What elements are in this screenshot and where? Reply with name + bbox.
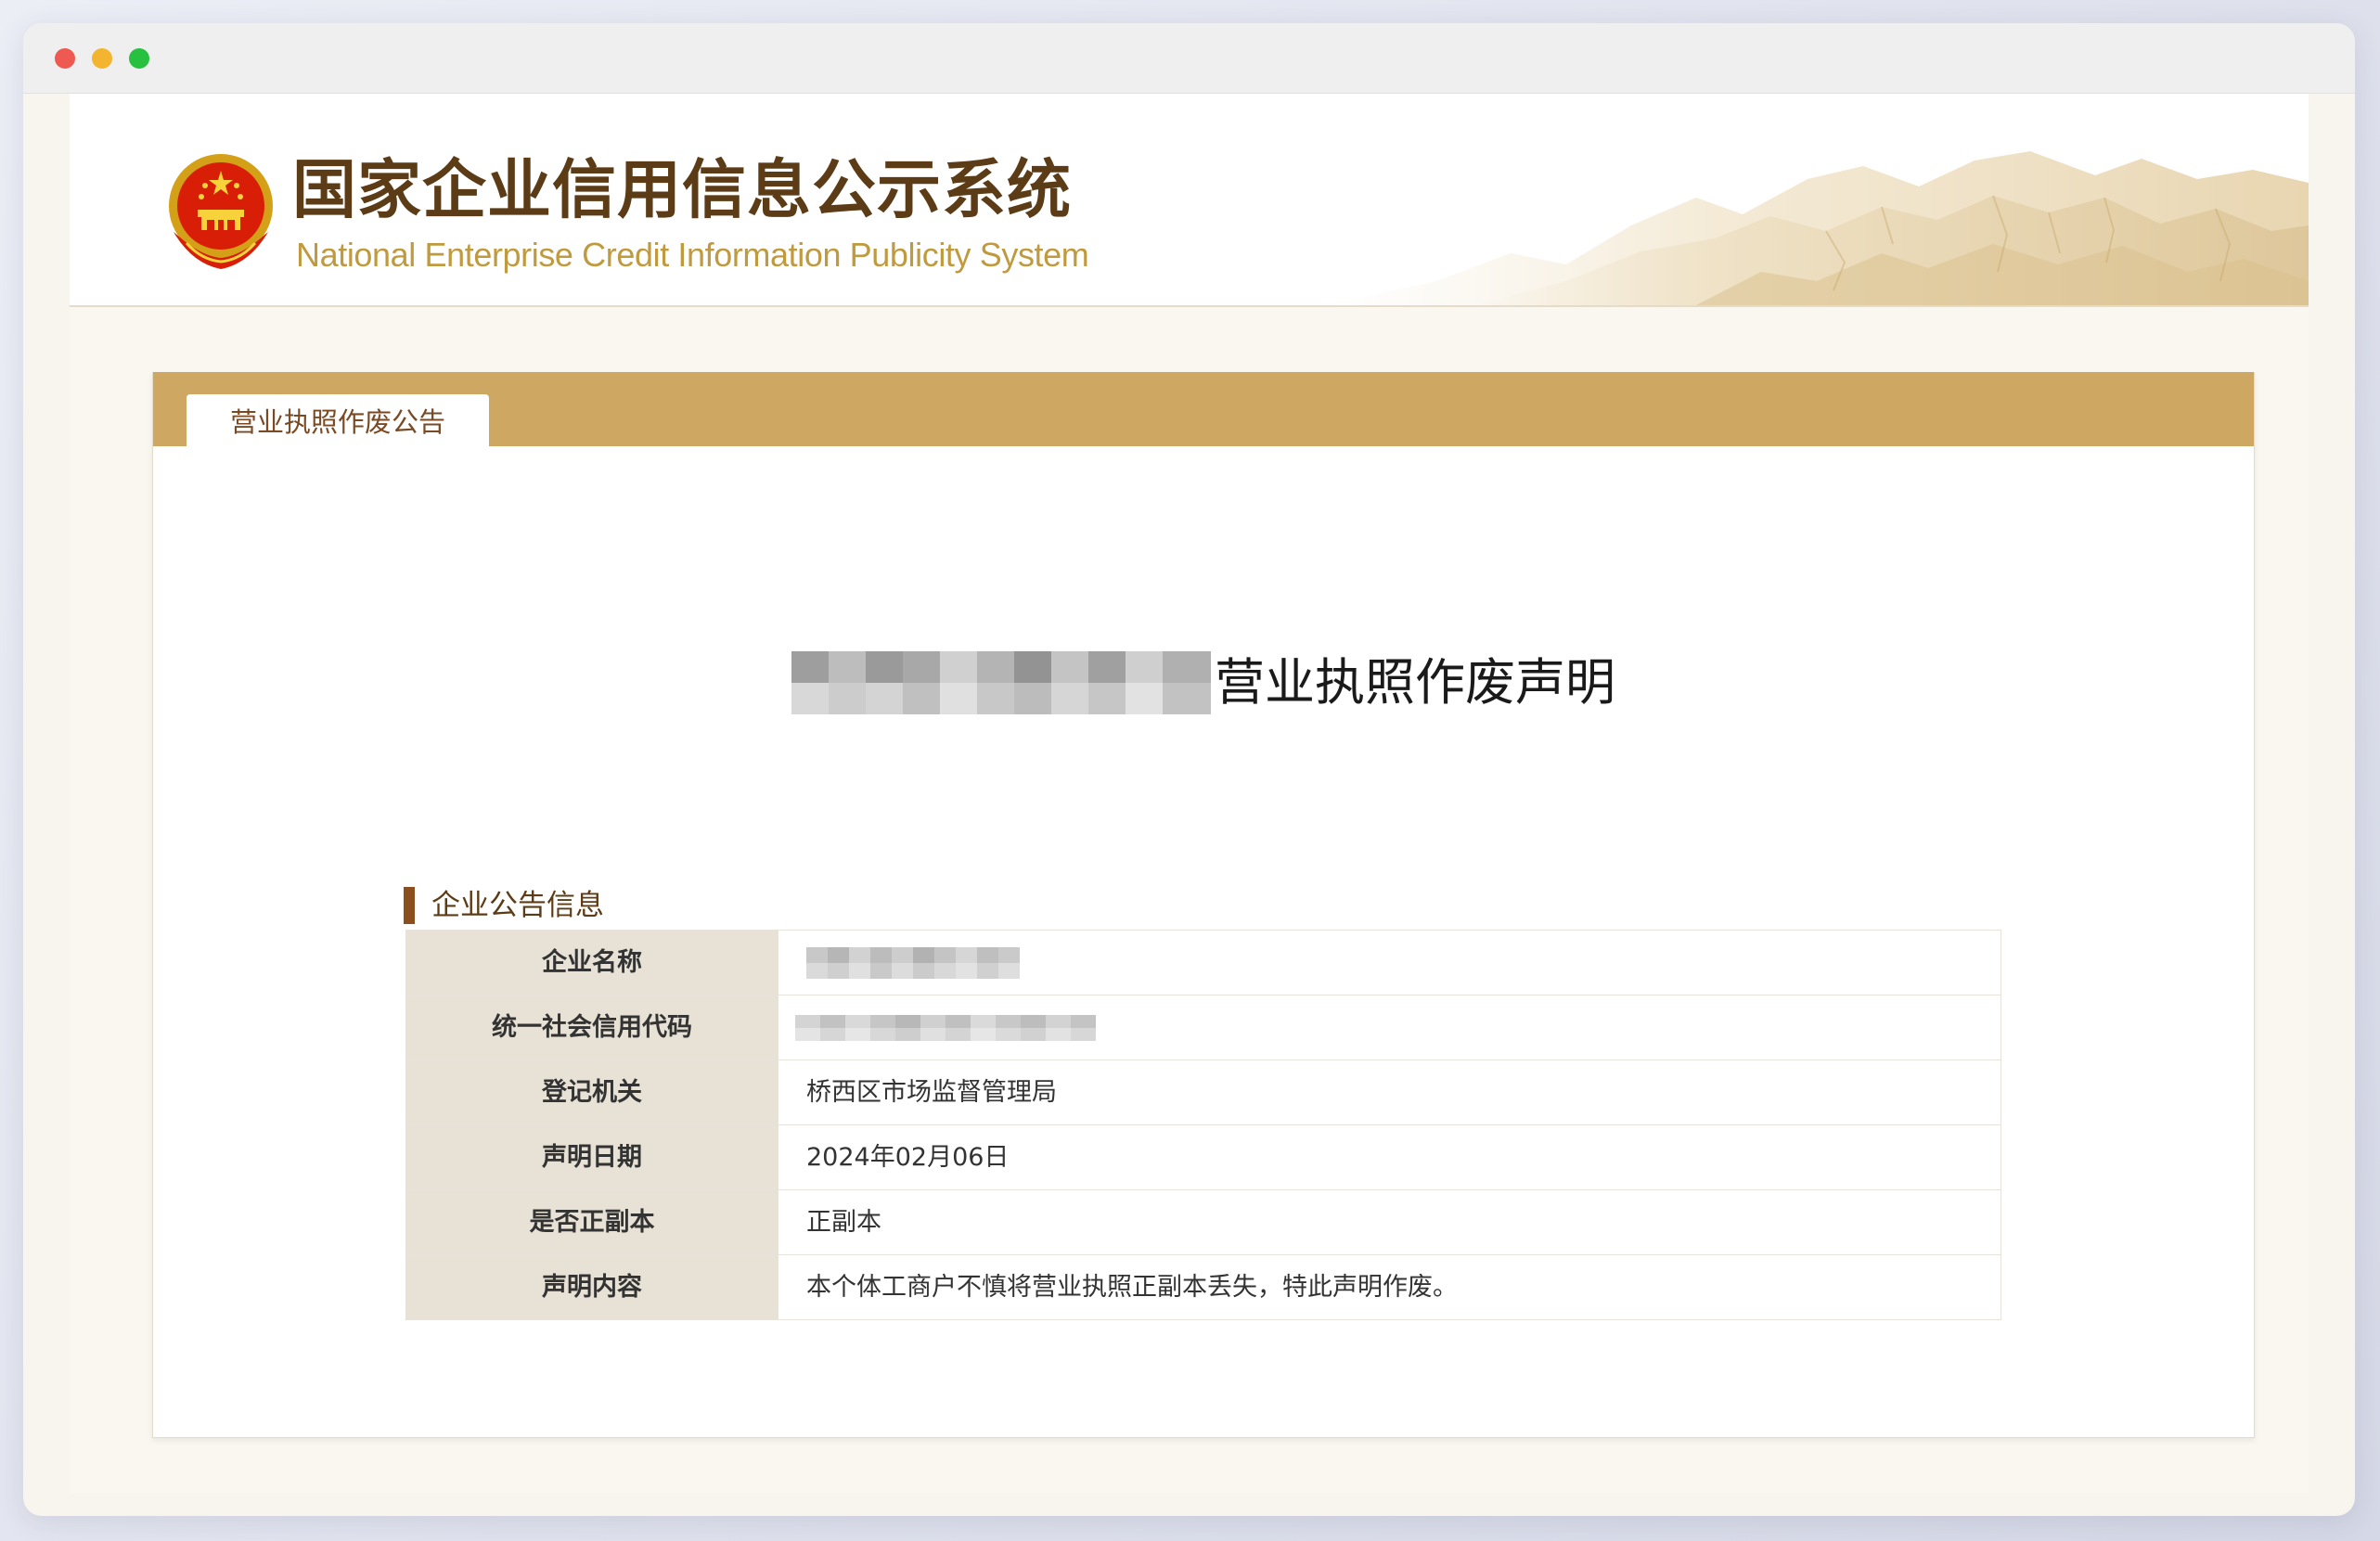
site-title-chinese: 国家企业信用信息公示系统: [292, 153, 1072, 227]
page-viewport: 国家企业信用信息公示系统 National Enterprise Credit …: [70, 94, 2309, 1493]
table-row: 是否正副本 正副本: [405, 1189, 2001, 1255]
panel-tab-bar: 营业执照作废公告: [153, 372, 2254, 446]
national-emblem-icon: [169, 154, 273, 269]
window-titlebar: [23, 23, 2355, 94]
mountain-scenery-icon: [1325, 151, 2309, 305]
row-value: [778, 995, 2001, 1060]
table-row: 统一社会信用代码: [405, 995, 2001, 1060]
row-value: 本个体工商户不慎将营业执照正副本丢失，特此声明作废。: [778, 1254, 2001, 1320]
row-label: 声明日期: [405, 1124, 778, 1190]
maximize-window-button[interactable]: [129, 48, 149, 69]
minimize-window-button[interactable]: [92, 48, 112, 69]
tab-license-void-notice[interactable]: 营业执照作废公告: [187, 394, 489, 446]
section-marker: [404, 887, 415, 924]
redacted-company-name: [791, 651, 1211, 714]
row-value: 桥西区市场监督管理局: [778, 1059, 2001, 1125]
announcement-panel: 营业执照作废公告 营业执照作废声明 企业公告信息 企业名称 统一社会信用代码 登…: [152, 372, 2255, 1438]
row-label: 声明内容: [405, 1254, 778, 1320]
browser-window: 国家企业信用信息公示系统 National Enterprise Credit …: [23, 23, 2355, 1516]
row-label: 是否正副本: [405, 1189, 778, 1255]
redacted-enterprise-name: [806, 946, 1020, 979]
redacted-credit-code: [795, 1015, 1096, 1041]
announcement-title: 营业执照作废声明: [153, 650, 2254, 715]
table-row: 企业名称: [405, 930, 2001, 995]
row-label: 企业名称: [405, 930, 778, 995]
site-title-english: National Enterprise Credit Information P…: [296, 236, 1089, 274]
table-row: 登记机关 桥西区市场监督管理局: [405, 1059, 2001, 1125]
row-value: 2024年02月06日: [778, 1124, 2001, 1190]
close-window-button[interactable]: [55, 48, 75, 69]
section-title-text: 企业公告信息: [431, 889, 604, 922]
table-row: 声明内容 本个体工商户不慎将营业执照正副本丢失，特此声明作废。: [405, 1254, 2001, 1320]
site-header: 国家企业信用信息公示系统 National Enterprise Credit …: [70, 94, 2309, 307]
table-row: 声明日期 2024年02月06日: [405, 1124, 2001, 1190]
row-label: 统一社会信用代码: [405, 995, 778, 1060]
section-title: 企业公告信息: [404, 887, 604, 924]
row-value: [778, 930, 2001, 995]
row-label: 登记机关: [405, 1059, 778, 1125]
announcement-title-text: 营业执照作废声明: [1215, 653, 1615, 712]
row-value: 正副本: [778, 1189, 2001, 1255]
announcement-info-table: 企业名称 统一社会信用代码 登记机关 桥西区市场监督管理局 声明日期 2024年…: [405, 930, 2001, 1320]
